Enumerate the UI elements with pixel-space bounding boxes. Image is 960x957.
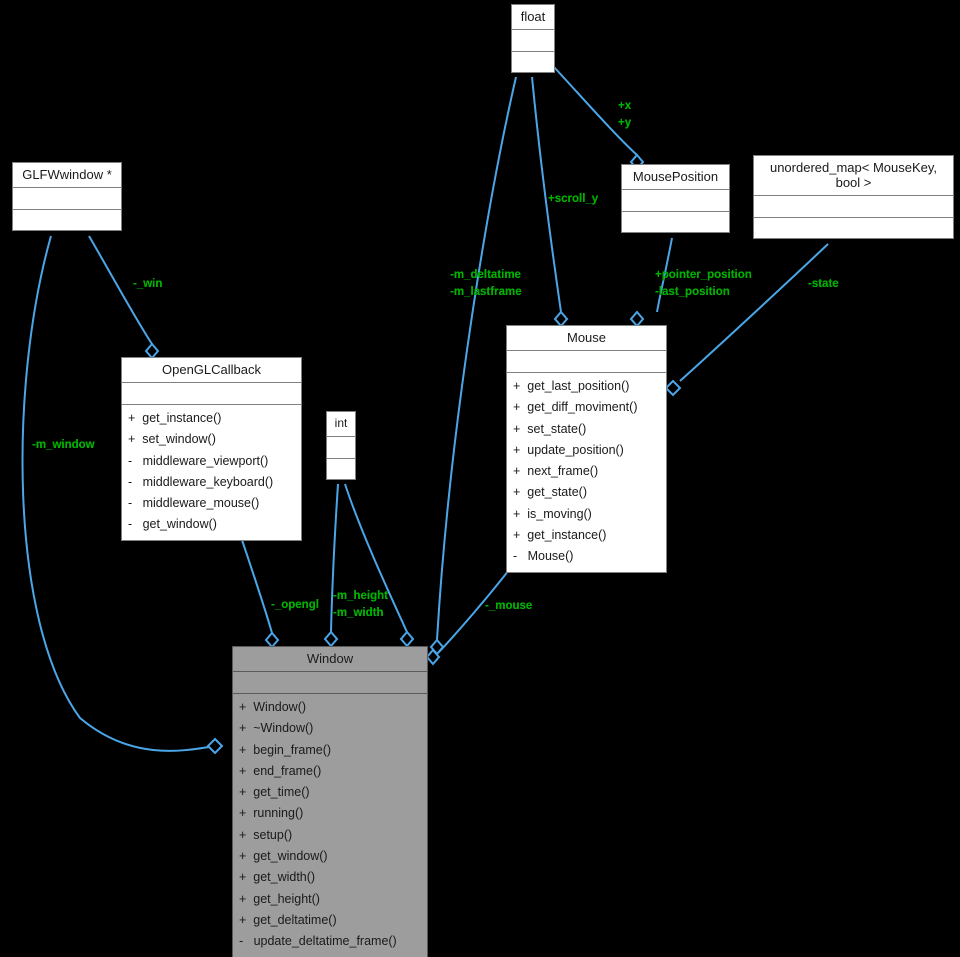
node-opengl-callback-title: OpenGLCallback bbox=[122, 358, 301, 383]
node-float-title: float bbox=[512, 5, 554, 30]
node-window-operations: + Window() + ~Window() + begin_frame() + en… bbox=[233, 694, 427, 957]
node-window-title: Window bbox=[233, 647, 427, 672]
class-member: + get_height() bbox=[239, 891, 320, 906]
edge-float-window bbox=[436, 76, 517, 641]
class-member: + end_frame() bbox=[239, 763, 322, 778]
class-member: - middleware_keyboard() bbox=[128, 474, 274, 489]
class-member: + get_diff_moviment() bbox=[513, 400, 638, 415]
edge-unorderedmap-mouse bbox=[679, 243, 829, 382]
edge-opengl-window bbox=[239, 533, 273, 634]
node-glfwwindow-title: GLFWwindow * bbox=[13, 163, 121, 188]
class-member: + set_window() bbox=[128, 432, 216, 447]
class-member: + get_state() bbox=[513, 485, 587, 500]
edge-label-mouse: -_mouse bbox=[485, 600, 533, 612]
diamond-opengl-win bbox=[144, 342, 160, 360]
class-member: + get_instance() bbox=[513, 528, 607, 543]
diamond-mouse-state bbox=[664, 379, 682, 397]
class-member: - update_deltatime_frame() bbox=[239, 934, 397, 949]
class-member: - get_window() bbox=[128, 517, 217, 532]
node-opengl-callback-operations: + get_instance() + set_window() - middlewa… bbox=[122, 405, 301, 540]
node-opengl-callback-attributes bbox=[122, 383, 301, 405]
class-member: + running() bbox=[239, 806, 304, 821]
class-member: + Window() bbox=[239, 700, 307, 714]
node-int-operations bbox=[327, 459, 355, 479]
class-member: - middleware_viewport() bbox=[128, 453, 269, 468]
node-float-operations bbox=[512, 52, 554, 72]
class-member: + get_time() bbox=[239, 785, 310, 800]
diamond-window-glfw bbox=[206, 737, 224, 755]
edge-label-opengl: -_opengl bbox=[271, 599, 319, 611]
class-member: + get_deltatime() bbox=[239, 912, 337, 927]
node-mouse-title: Mouse bbox=[507, 326, 666, 351]
node-unordered-map-title: unordered_map< MouseKey, bool > bbox=[754, 156, 953, 196]
class-diagram-canvas: float GLFWwindow * MousePosition unorder… bbox=[0, 0, 960, 957]
edge-label-x-y: +x +y bbox=[618, 100, 632, 129]
class-member: + setup() bbox=[239, 827, 293, 842]
node-window[interactable]: Window + Window() + ~Window() + begin_fram… bbox=[232, 646, 428, 957]
node-int[interactable]: int bbox=[326, 411, 356, 480]
node-mouseposition-title: MousePosition bbox=[622, 165, 729, 190]
class-member: + set_state() bbox=[513, 421, 587, 436]
edge-label-deltatime: -m_deltatime -m_lastframe bbox=[450, 269, 522, 298]
diamond-mouse-scroll bbox=[553, 310, 569, 328]
diamond-window-int-w bbox=[399, 630, 415, 648]
class-member: + is_moving() bbox=[513, 506, 592, 521]
edge-label-height-width: -m_height -m_width bbox=[333, 590, 388, 619]
diamond-window-float bbox=[429, 638, 445, 656]
node-float[interactable]: float bbox=[511, 4, 555, 73]
class-member: - Mouse() bbox=[513, 549, 574, 564]
node-mouseposition-operations bbox=[622, 212, 729, 232]
node-mouse-attributes bbox=[507, 351, 666, 373]
edge-label-m-window: -m_window bbox=[32, 439, 95, 451]
diamond-mouse-pointer bbox=[629, 310, 645, 328]
node-float-attributes bbox=[512, 30, 554, 52]
edge-label-win: -_win bbox=[133, 278, 163, 290]
node-mouse-operations: + get_last_position() + get_diff_moviment… bbox=[507, 373, 666, 572]
diamond-window-int-h bbox=[323, 630, 339, 648]
node-glfwwindow[interactable]: GLFWwindow * bbox=[12, 162, 122, 231]
node-opengl-callback[interactable]: OpenGLCallback + get_instance() + set_win… bbox=[121, 357, 302, 541]
edge-label-scroll-y: +scroll_y bbox=[548, 193, 599, 205]
class-member: + begin_frame() bbox=[239, 742, 332, 757]
diamond-window-opengl bbox=[264, 631, 280, 649]
node-int-attributes bbox=[327, 437, 355, 459]
node-int-title: int bbox=[327, 412, 355, 437]
node-mouseposition-attributes bbox=[622, 190, 729, 212]
node-mouseposition[interactable]: MousePosition bbox=[621, 164, 730, 233]
class-member: + get_width() bbox=[239, 870, 316, 885]
node-unordered-map-attributes bbox=[754, 196, 953, 218]
class-member: + update_position() bbox=[513, 442, 624, 457]
node-glfwwindow-operations bbox=[13, 210, 121, 230]
node-glfwwindow-attributes bbox=[13, 188, 121, 210]
node-unordered-map-operations bbox=[754, 218, 953, 238]
class-member: + get_window() bbox=[239, 849, 328, 864]
node-mouse[interactable]: Mouse + get_last_position() + get_diff_mo… bbox=[506, 325, 667, 573]
diamond-window-mouse bbox=[425, 648, 441, 666]
class-member: + next_frame() bbox=[513, 464, 599, 479]
edge-label-pointer-position: +pointer_position -last_position bbox=[655, 269, 752, 298]
class-member: - middleware_mouse() bbox=[128, 496, 260, 511]
class-member: + get_instance() bbox=[128, 411, 222, 425]
class-member: + get_last_position() bbox=[513, 379, 630, 393]
class-member: + ~Window() bbox=[239, 721, 314, 736]
edge-label-state: -state bbox=[808, 278, 839, 290]
node-unordered-map[interactable]: unordered_map< MouseKey, bool > bbox=[753, 155, 954, 239]
node-window-attributes bbox=[233, 672, 427, 694]
